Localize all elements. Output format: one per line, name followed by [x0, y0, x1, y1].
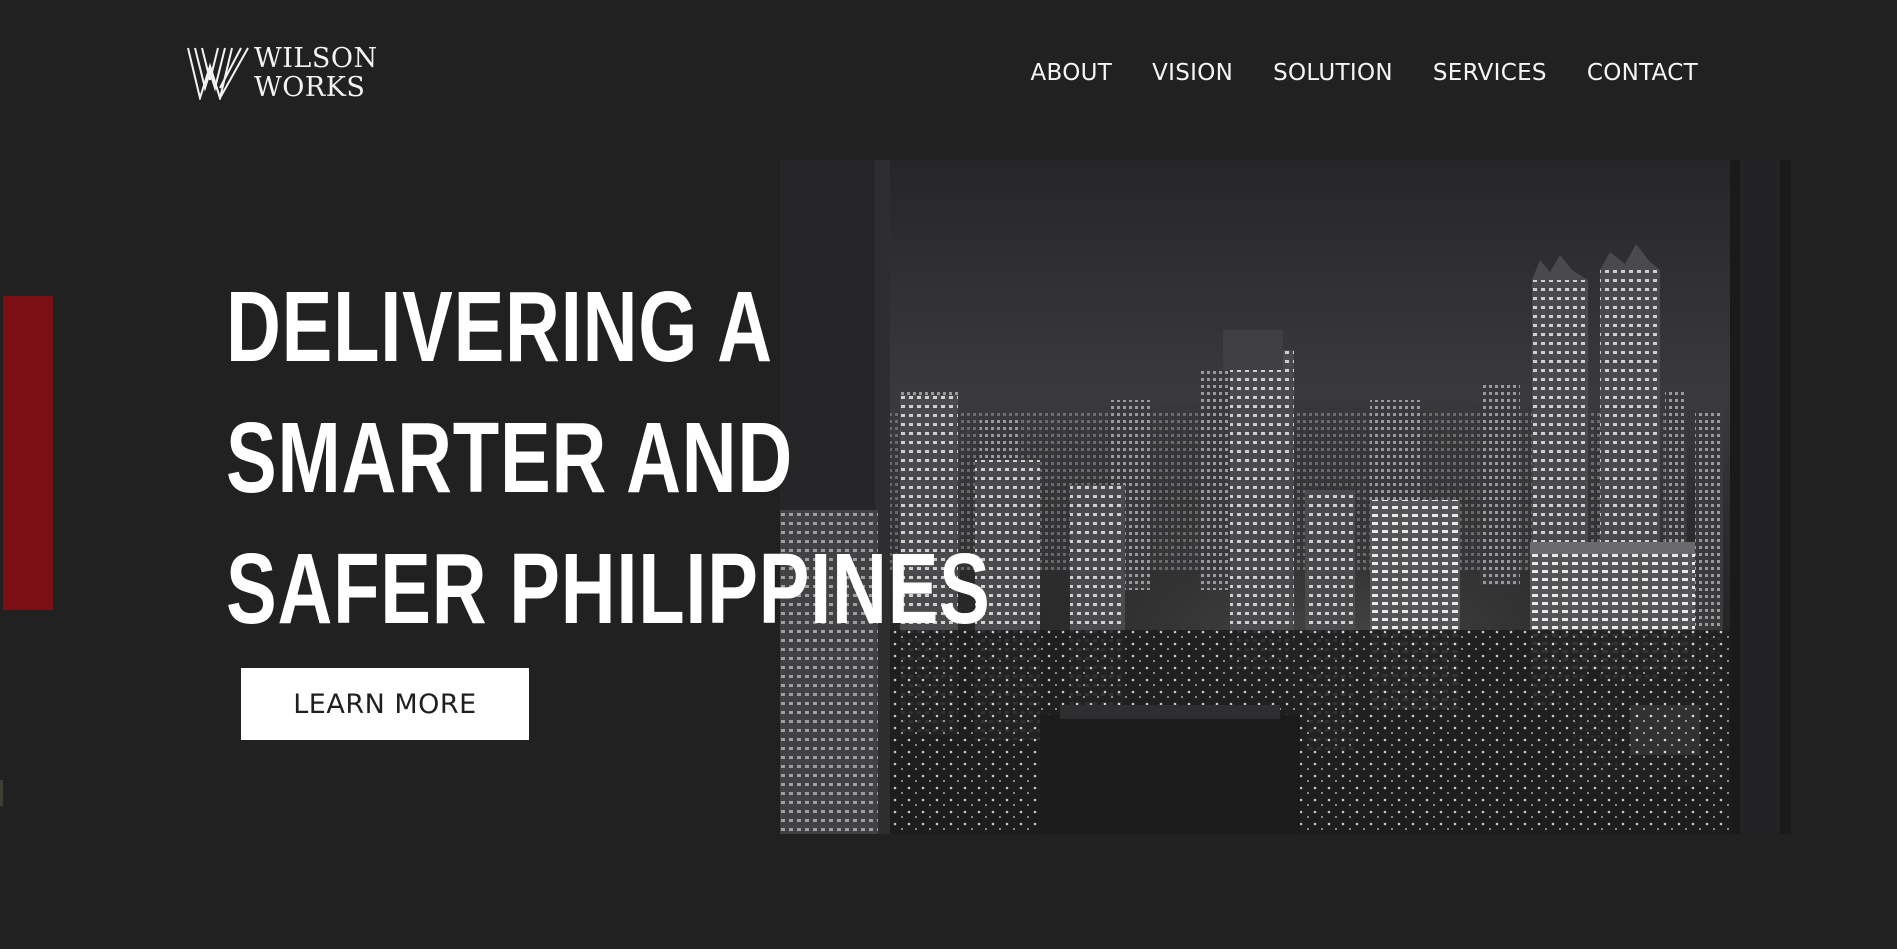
- learn-more-button[interactable]: LEARN MORE: [241, 668, 529, 740]
- main-nav: ABOUT VISION SOLUTION SERVICES CONTACT: [1030, 57, 1698, 89]
- nav-link-services[interactable]: SERVICES: [1433, 57, 1547, 89]
- nav-link-contact[interactable]: CONTACT: [1587, 57, 1698, 89]
- nav-item-contact: CONTACT: [1587, 57, 1698, 89]
- nav-item-services: SERVICES: [1433, 57, 1547, 89]
- landing-page: WILSON WORKS ABOUT VISION SOLUTION SERVI…: [0, 0, 1897, 949]
- brand-wordmark: WILSON WORKS: [254, 44, 378, 102]
- nav-item-about: ABOUT: [1030, 57, 1112, 89]
- brand-line-2: WORKS: [254, 72, 366, 103]
- nav-item-vision: VISION: [1152, 57, 1233, 89]
- hero-headline-line-3: SAFER PHILIPPINES: [226, 533, 991, 645]
- nav-link-vision[interactable]: VISION: [1152, 57, 1233, 89]
- hero-headline-line-1: DELIVERING A: [226, 271, 773, 383]
- accent-bar: [3, 296, 53, 610]
- nav-link-solution[interactable]: SOLUTION: [1273, 57, 1393, 89]
- hero-headline-line-2: SMARTER AND: [226, 402, 794, 514]
- nav-link-about[interactable]: ABOUT: [1030, 57, 1112, 89]
- brand-logo[interactable]: WILSON WORKS: [186, 44, 378, 102]
- nav-item-solution: SOLUTION: [1273, 57, 1393, 89]
- side-edge-marker: [0, 780, 3, 806]
- wilson-works-w-logo-icon: [187, 47, 249, 100]
- hero-headline: DELIVERING A SMARTER AND SAFER PHILIPPIN…: [226, 262, 991, 655]
- brand-line-1: WILSON: [254, 43, 378, 74]
